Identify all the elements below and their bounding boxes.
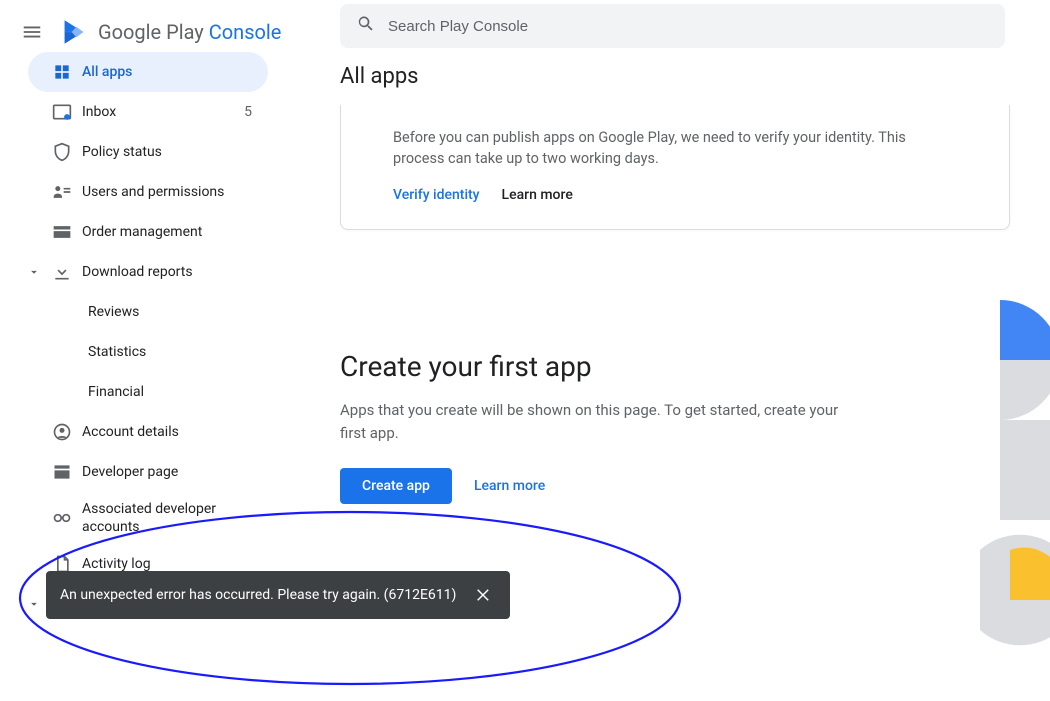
verify-identity-link[interactable]: Verify identity — [393, 187, 480, 203]
shield-icon — [50, 140, 74, 164]
learn-more-link[interactable]: Learn more — [474, 478, 545, 494]
chevron-down-icon[interactable] — [24, 262, 44, 282]
sidebar-item-label: Order management — [82, 224, 202, 240]
sidebar-item-associated-developer[interactable]: Associated developer accounts — [28, 492, 268, 544]
brand-title: Google Play Console — [98, 20, 281, 44]
sidebar-item-label: Users and permissions — [82, 184, 224, 200]
sidebar-item-label: Account details — [82, 424, 179, 440]
sidebar-item-policy-status[interactable]: Policy status — [28, 132, 268, 172]
sidebar-item-label: Activity log — [82, 556, 151, 572]
sidebar-item-label: Download reports — [82, 264, 193, 280]
sidebar-item-label: Developer page — [82, 464, 178, 480]
sidebar-item-users-permissions[interactable]: Users and permissions — [28, 172, 268, 212]
create-app-button[interactable]: Create app — [340, 468, 452, 504]
people-list-icon — [50, 180, 74, 204]
play-logo-icon — [60, 18, 88, 46]
identity-card: Before you can publish apps on Google Pl… — [340, 105, 1010, 230]
sidebar-item-label: Associated developer accounts — [82, 500, 242, 536]
empty-state-body: Apps that you create will be shown on th… — [340, 399, 860, 446]
inbox-icon — [50, 100, 74, 124]
sidebar-item-label: All apps — [82, 64, 132, 80]
webpage-icon — [50, 460, 74, 484]
sidebar-item-order-management[interactable]: Order management — [28, 212, 268, 252]
account-icon — [50, 420, 74, 444]
menu-icon[interactable] — [8, 8, 56, 56]
learn-more-link[interactable]: Learn more — [502, 187, 573, 203]
sidebar-item-download-reports[interactable]: Download reports — [28, 252, 268, 292]
identity-card-body: Before you can publish apps on Google Pl… — [393, 127, 957, 169]
topbar: Google Play Console — [0, 0, 1050, 64]
sidebar-item-label: Policy status — [82, 144, 162, 160]
identity-card-actions: Verify identity Learn more — [393, 187, 957, 203]
sidebar-item-label: Reviews — [88, 304, 139, 320]
empty-state-heading: Create your first app — [340, 350, 1010, 383]
sidebar-item-inbox[interactable]: Inbox 5 — [28, 92, 268, 132]
sidebar-subitem-reviews[interactable]: Reviews — [0, 292, 280, 332]
download-icon — [50, 260, 74, 284]
sidebar-item-label: Inbox — [82, 104, 116, 120]
sidebar-item-badge: 5 — [244, 104, 252, 120]
page-title: All apps — [340, 64, 1010, 89]
link-icon — [50, 506, 74, 530]
sidebar-subitem-financial[interactable]: Financial — [0, 372, 280, 412]
brand[interactable]: Google Play Console — [60, 18, 281, 46]
error-toast-text: An unexpected error has occurred. Please… — [60, 587, 456, 603]
close-icon[interactable] — [472, 583, 496, 607]
sidebar-item-account-details[interactable]: Account details — [28, 412, 268, 452]
sidebar-subitem-statistics[interactable]: Statistics — [0, 332, 280, 372]
card-icon — [50, 220, 74, 244]
empty-state: Create your first app Apps that you crea… — [340, 350, 1010, 504]
chevron-down-icon[interactable] — [24, 594, 44, 614]
sidebar-item-label: Statistics — [88, 344, 146, 360]
error-toast: An unexpected error has occurred. Please… — [46, 571, 510, 619]
sidebar-item-developer-page[interactable]: Developer page — [28, 452, 268, 492]
empty-state-actions: Create app Learn more — [340, 468, 1010, 504]
sidebar-item-label: Financial — [88, 384, 144, 400]
